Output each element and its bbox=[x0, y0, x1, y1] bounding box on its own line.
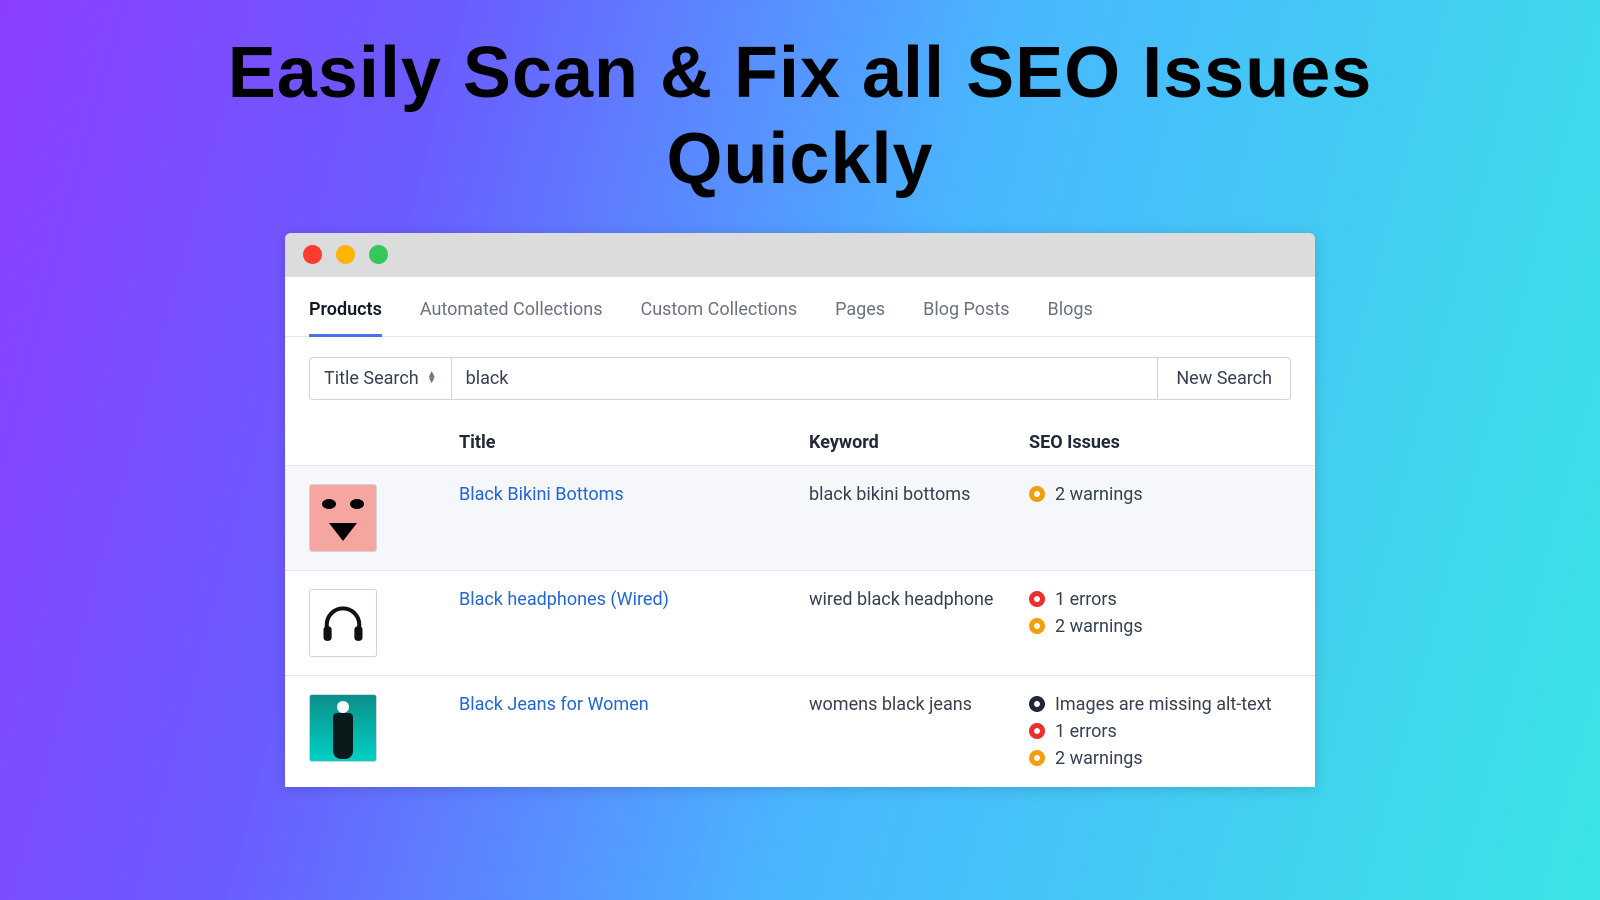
warning-icon bbox=[1029, 618, 1045, 634]
issue-item: 1 errors bbox=[1029, 721, 1291, 742]
issue-text: 2 warnings bbox=[1055, 748, 1143, 769]
issue-item: 2 warnings bbox=[1029, 484, 1291, 505]
headphones-icon bbox=[310, 590, 376, 656]
table-header: Title Keyword SEO Issues bbox=[285, 432, 1315, 465]
seo-issues: Images are missing alt-text 1 errors 2 w… bbox=[1029, 694, 1291, 769]
issue-item: Images are missing alt-text bbox=[1029, 694, 1291, 715]
search-mode-select[interactable]: Title Search ▲▼ bbox=[309, 357, 452, 400]
tab-bar: Products Automated Collections Custom Co… bbox=[285, 277, 1315, 337]
table-row[interactable]: Black Jeans for Women womens black jeans… bbox=[285, 675, 1315, 787]
tab-pages[interactable]: Pages bbox=[835, 299, 885, 336]
error-icon bbox=[1029, 723, 1045, 739]
search-input[interactable]: black bbox=[452, 357, 1159, 400]
window-titlebar bbox=[285, 233, 1315, 277]
minimize-icon[interactable] bbox=[336, 245, 355, 264]
product-title-link[interactable]: Black headphones (Wired) bbox=[459, 589, 809, 610]
new-search-button[interactable]: New Search bbox=[1158, 357, 1291, 400]
issue-item: 2 warnings bbox=[1029, 616, 1291, 637]
col-seo: SEO Issues bbox=[1029, 432, 1291, 453]
issue-text: 1 errors bbox=[1055, 721, 1117, 742]
col-title: Title bbox=[459, 432, 809, 453]
seo-issues: 1 errors 2 warnings bbox=[1029, 589, 1291, 637]
bikini-icon bbox=[310, 485, 376, 551]
chevron-up-down-icon: ▲▼ bbox=[427, 372, 437, 384]
app-window: Products Automated Collections Custom Co… bbox=[285, 233, 1315, 787]
table-row[interactable]: Black headphones (Wired) wired black hea… bbox=[285, 570, 1315, 675]
jeans-icon bbox=[310, 695, 376, 761]
product-thumbnail bbox=[309, 589, 377, 657]
headline-line-1: Easily Scan & Fix all SEO Issues bbox=[228, 30, 1373, 116]
seo-issues: 2 warnings bbox=[1029, 484, 1291, 505]
tab-products[interactable]: Products bbox=[309, 299, 382, 337]
table-row[interactable]: Black Bikini Bottoms black bikini bottom… bbox=[285, 465, 1315, 570]
info-icon bbox=[1029, 696, 1045, 712]
issue-text: 2 warnings bbox=[1055, 484, 1143, 505]
col-keyword: Keyword bbox=[809, 432, 1029, 453]
product-thumbnail bbox=[309, 484, 377, 552]
product-keyword: womens black jeans bbox=[809, 694, 1029, 715]
zoom-icon[interactable] bbox=[369, 245, 388, 264]
search-bar: Title Search ▲▼ black New Search bbox=[285, 337, 1315, 404]
promo-headline: Easily Scan & Fix all SEO Issues Quickly bbox=[228, 30, 1373, 203]
issue-text: 2 warnings bbox=[1055, 616, 1143, 637]
search-mode-label: Title Search bbox=[324, 368, 419, 389]
tab-custom-collections[interactable]: Custom Collections bbox=[640, 299, 797, 336]
close-icon[interactable] bbox=[303, 245, 322, 264]
product-keyword: wired black headphone bbox=[809, 589, 1029, 610]
issue-item: 1 errors bbox=[1029, 589, 1291, 610]
warning-icon bbox=[1029, 750, 1045, 766]
product-thumbnail bbox=[309, 694, 377, 762]
tab-blog-posts[interactable]: Blog Posts bbox=[923, 299, 1009, 336]
product-title-link[interactable]: Black Bikini Bottoms bbox=[459, 484, 809, 505]
issue-text: Images are missing alt-text bbox=[1055, 694, 1272, 715]
error-icon bbox=[1029, 591, 1045, 607]
product-title-link[interactable]: Black Jeans for Women bbox=[459, 694, 809, 715]
tab-blogs[interactable]: Blogs bbox=[1048, 299, 1093, 336]
tab-automated-collections[interactable]: Automated Collections bbox=[420, 299, 603, 336]
results-table: Title Keyword SEO Issues Black Bikini Bo… bbox=[285, 432, 1315, 787]
issue-text: 1 errors bbox=[1055, 589, 1117, 610]
product-keyword: black bikini bottoms bbox=[809, 484, 1029, 505]
warning-icon bbox=[1029, 486, 1045, 502]
issue-item: 2 warnings bbox=[1029, 748, 1291, 769]
headline-line-2: Quickly bbox=[228, 116, 1373, 202]
